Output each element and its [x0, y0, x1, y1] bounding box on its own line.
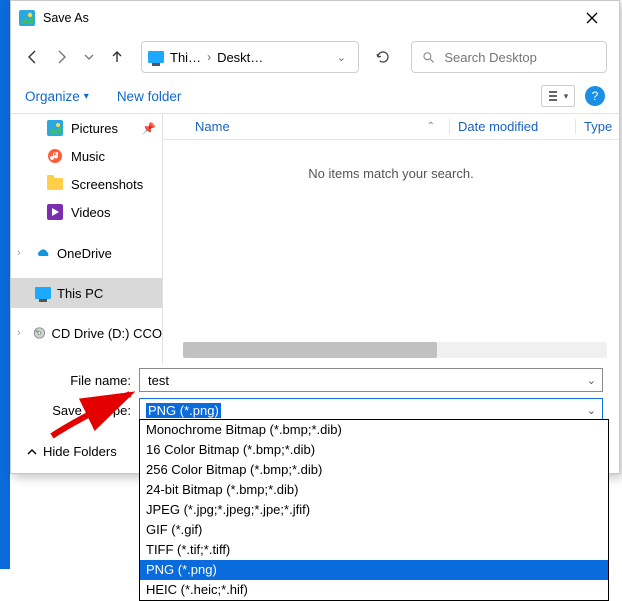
chevron-down-icon[interactable]: ⌄ [337, 51, 352, 64]
column-headers: Name ⌃ Date modified Type [163, 114, 619, 140]
chevron-up-icon [27, 447, 37, 457]
save-type-value: PNG (*.png) [146, 403, 221, 418]
sidebar-item-onedrive[interactable]: › OneDrive [11, 238, 162, 268]
hide-folders-button[interactable]: Hide Folders [27, 444, 117, 459]
chevron-down-icon[interactable]: ⌄ [587, 404, 596, 417]
title-bar: Save As [11, 1, 619, 35]
onedrive-icon [35, 245, 51, 261]
filename-field[interactable]: ⌄ [139, 368, 603, 392]
back-button[interactable] [23, 47, 43, 67]
recent-dropdown[interactable] [79, 47, 99, 67]
file-area: Name ⌃ Date modified Type No items match… [163, 114, 619, 364]
expand-icon[interactable]: › [17, 327, 27, 339]
chevron-down-icon[interactable]: ⌄ [587, 374, 596, 387]
window-title: Save As [43, 11, 89, 25]
sidebar-item-screenshots[interactable]: Screenshots [11, 170, 162, 198]
app-icon [19, 10, 35, 26]
sidebar: Pictures 📌 Music Screenshots Videos › On… [11, 114, 163, 364]
crumb-root[interactable]: Thi… [168, 50, 203, 65]
file-type-option[interactable]: JPEG (*.jpg;*.jpeg;*.jpe;*.jfif) [140, 500, 608, 520]
folder-icon [47, 178, 63, 190]
organize-menu[interactable]: Organize▾ [25, 89, 89, 104]
sort-arrow-icon: ⌃ [427, 121, 435, 132]
save-as-dialog: Save As Thi… › Deskt… ⌄ [10, 0, 620, 474]
chevron-right-icon: › [207, 50, 211, 64]
new-folder-button[interactable]: New folder [117, 89, 182, 104]
sidebar-item-label: OneDrive [57, 246, 112, 261]
sidebar-item-label: CD Drive (D:) CCO [52, 326, 163, 341]
view-options[interactable]: ▾ [541, 85, 575, 107]
location-icon [148, 51, 164, 63]
up-button[interactable] [107, 47, 127, 67]
horizontal-scrollbar[interactable] [183, 342, 607, 358]
search-input[interactable] [442, 49, 596, 66]
file-type-option[interactable]: GIF (*.gif) [140, 520, 608, 540]
sidebar-item-label: Screenshots [71, 177, 143, 192]
search-icon [422, 50, 434, 64]
forward-button[interactable] [51, 47, 71, 67]
search-box[interactable] [411, 41, 607, 73]
sidebar-item-thispc[interactable]: › This PC [11, 278, 162, 308]
save-type-label: Save as type: [27, 403, 139, 418]
filename-input[interactable] [146, 372, 587, 389]
column-date[interactable]: Date modified [449, 119, 575, 134]
filename-label: File name: [27, 373, 139, 388]
sidebar-item-cddrive[interactable]: › CD Drive (D:) CCO [11, 318, 162, 348]
toolbar: Organize▾ New folder ▾ ? [11, 79, 619, 114]
crumb-current[interactable]: Deskt… [215, 50, 265, 65]
file-type-option[interactable]: HEIC (*.heic;*.hif) [140, 580, 608, 600]
sidebar-item-label: Music [71, 149, 105, 164]
file-type-option[interactable]: TIFF (*.tif;*.tiff) [140, 540, 608, 560]
nav-row: Thi… › Deskt… ⌄ [11, 35, 619, 79]
sidebar-item-label: Videos [71, 205, 111, 220]
column-type[interactable]: Type [575, 119, 619, 134]
breadcrumb[interactable]: Thi… › Deskt… ⌄ [141, 41, 359, 73]
close-button[interactable] [569, 4, 615, 32]
file-type-option[interactable]: Monochrome Bitmap (*.bmp;*.dib) [140, 420, 608, 440]
file-type-option[interactable]: PNG (*.png) [140, 560, 608, 580]
file-type-option[interactable]: 16 Color Bitmap (*.bmp;*.dib) [140, 440, 608, 460]
sidebar-item-videos[interactable]: Videos [11, 198, 162, 226]
sidebar-item-music[interactable]: Music [11, 142, 162, 170]
sidebar-item-pictures[interactable]: Pictures 📌 [11, 114, 162, 142]
help-button[interactable]: ? [585, 86, 605, 106]
file-type-option[interactable]: 24-bit Bitmap (*.bmp;*.dib) [140, 480, 608, 500]
sidebar-item-label: Pictures [71, 121, 118, 136]
file-type-option[interactable]: 256 Color Bitmap (*.bmp;*.dib) [140, 460, 608, 480]
empty-message: No items match your search. [163, 140, 619, 336]
pc-icon [35, 287, 51, 299]
sidebar-item-label: This PC [57, 286, 103, 301]
refresh-button[interactable] [371, 49, 395, 65]
column-name[interactable]: Name ⌃ [163, 119, 449, 134]
disc-icon [33, 325, 46, 341]
file-type-dropdown[interactable]: Monochrome Bitmap (*.bmp;*.dib)16 Color … [139, 419, 609, 601]
expand-icon[interactable]: › [17, 247, 29, 259]
pin-icon: 📌 [142, 122, 156, 135]
